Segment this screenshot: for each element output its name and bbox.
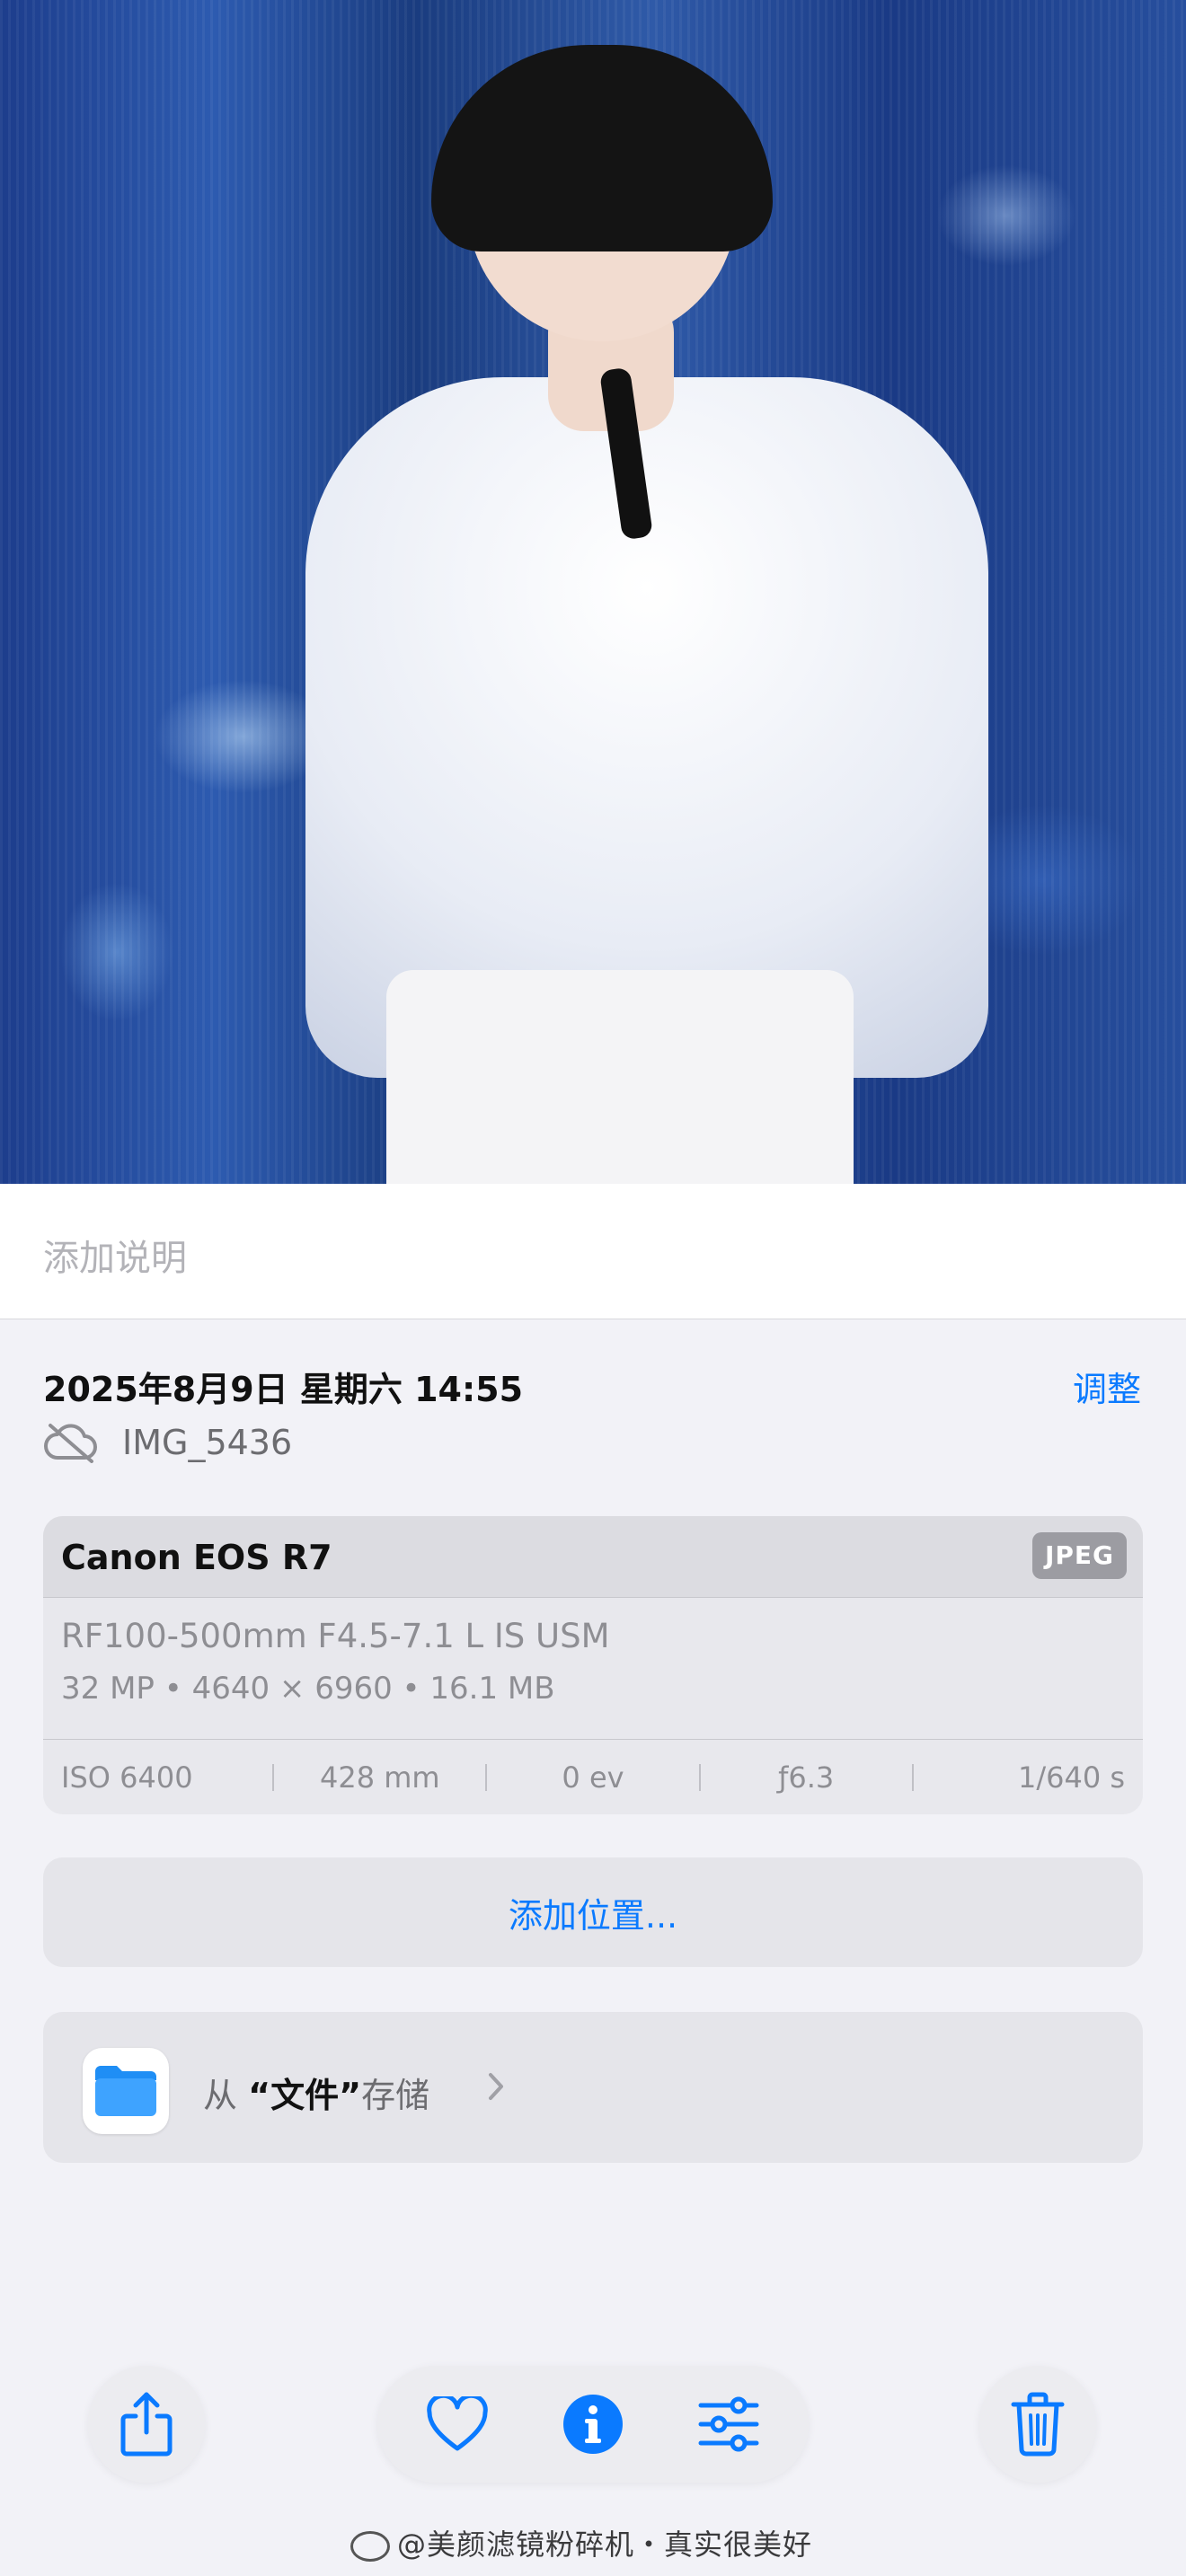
caption-field[interactable]: 添加说明 [0,1184,1186,1319]
info-button[interactable] [535,2366,651,2483]
info-icon [563,2395,623,2454]
save-from-files-label: 从 “文件”存储 [203,2068,429,2117]
photo-filename: IMG_5436 [122,1423,293,1462]
exif-focal-length: 428 mm [320,1760,440,1795]
exif-shutter: 1/640 s [1017,1760,1126,1795]
photo-view[interactable] [0,0,1186,1184]
heart-icon [427,2396,488,2451]
files-label-suffix: 存储 [361,2076,430,2115]
favorite-button[interactable] [399,2366,516,2483]
watermark-text: @美颜滤镜粉碎机・真实很美好 [397,2527,813,2562]
lens-model: RF100-500mm F4.5-7.1 L IS USM [61,1617,610,1655]
camera-model: Canon EOS R7 [61,1538,332,1577]
files-app-icon [83,2048,169,2134]
share-button[interactable] [88,2366,205,2483]
add-location-label: 添加位置... [508,1895,678,1936]
watermark: @美颜滤镜粉碎机・真实很美好 [350,2522,812,2563]
add-location-button[interactable]: 添加位置... [43,1857,1143,1967]
folder-icon [95,2066,156,2116]
weibo-logo-icon [350,2531,390,2562]
photo-datetime: 2025年8月9日 星期六 14:55 [43,1370,524,1409]
share-icon [120,2392,173,2457]
exif-header: Canon EOS R7 JPEG [43,1516,1143,1598]
save-from-files-card[interactable]: 从 “文件”存储 [43,2012,1143,2163]
adjust-button[interactable]: 调整 [1073,1362,1141,1411]
exif-values-row: ISO 6400 428 mm 0 ev ƒ6.3 1/640 s [43,1740,1143,1814]
cloud-slash-icon [44,1424,97,1463]
exif-card: Canon EOS R7 JPEG RF100-500mm F4.5-7.1 L… [43,1516,1143,1814]
photo-subject-pants [386,970,854,1184]
file-format-badge: JPEG [1031,1532,1127,1579]
edit-button[interactable] [670,2366,787,2483]
toolbar-center-group [377,2366,809,2483]
files-app-name: “文件” [248,2076,362,2115]
sliders-icon [698,2396,759,2452]
trash-icon [1011,2392,1065,2457]
exif-exposure: 0 ev [562,1760,624,1795]
caption-placeholder: 添加说明 [43,1238,187,1279]
exif-iso: ISO 6400 [61,1760,193,1795]
exif-aperture: ƒ6.3 [778,1760,835,1795]
files-label-prefix: 从 [203,2076,238,2115]
image-specs: 32 MP • 4640 × 6960 • 16.1 MB [61,1671,555,1707]
delete-button[interactable] [979,2366,1096,2483]
chevron-right-icon [489,2073,503,2100]
